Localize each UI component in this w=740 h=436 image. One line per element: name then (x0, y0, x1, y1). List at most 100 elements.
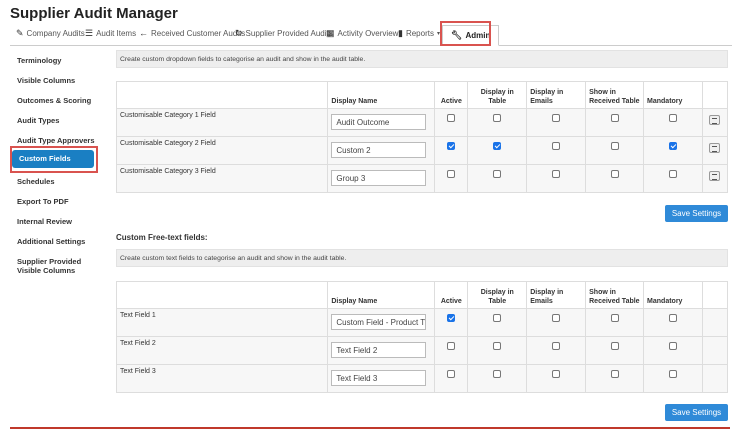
nav-label: Company Audits (26, 29, 85, 38)
active-checkbox[interactable] (447, 142, 456, 150)
mandatory-checkbox[interactable] (669, 114, 677, 122)
sidebar-item-internal-review[interactable]: Internal Review (10, 217, 95, 226)
display-in-emails-checkbox[interactable] (552, 114, 561, 122)
show-in-received-checkbox[interactable] (610, 170, 619, 178)
header-mandatory: Mandatory (643, 81, 703, 109)
dropdown-description: Create custom dropdown fields to categor… (116, 50, 728, 68)
list-options-icon[interactable] (709, 115, 721, 125)
display-in-table-checkbox[interactable] (493, 142, 502, 150)
show-in-received-checkbox[interactable] (610, 314, 619, 322)
display-name-input[interactable]: Text Field 2 (331, 342, 427, 358)
display-in-table-checkbox[interactable] (493, 370, 502, 378)
header-show-in-received-table: Show in Received Table (585, 281, 645, 309)
dropdown-fields-table: Display Name Active Display in Table Dis… (115, 81, 729, 193)
table-row: Text Field 3 Text Field 3 (115, 364, 729, 393)
save-settings-button[interactable]: Save Settings (665, 205, 728, 222)
nav-reports[interactable]: ▮ Reports ▾ (398, 28, 440, 39)
nav-label: Audit Items (96, 29, 137, 38)
sidebar-item-outcomes-scoring[interactable]: Outcomes & Scoring (10, 96, 95, 105)
mandatory-checkbox[interactable] (669, 342, 678, 350)
top-nav: ✎ Company Audits ☰ Audit Items ← Receive… (10, 25, 732, 46)
field-name: Customisable Category 3 Field (115, 164, 329, 193)
nav-supplier-provided-audits[interactable]: ↻ Supplier Provided Audits (235, 28, 333, 39)
page-title: Supplier Audit Manager (10, 5, 178, 22)
table-row: Customisable Category 2 Field Custom 2 (115, 136, 729, 165)
field-name: Text Field 2 (115, 336, 329, 365)
active-checkbox[interactable] (447, 370, 456, 378)
show-in-received-checkbox[interactable] (610, 370, 619, 378)
display-in-table-checkbox[interactable] (493, 342, 502, 350)
save-settings-button[interactable]: Save Settings (665, 404, 728, 421)
nav-label: Reports (405, 29, 434, 38)
active-checkbox[interactable] (447, 314, 456, 322)
header-field (115, 281, 329, 309)
list-options-icon[interactable] (709, 171, 721, 181)
list-options-icon[interactable] (709, 143, 721, 153)
field-name: Customisable Category 2 Field (115, 136, 329, 165)
mandatory-checkbox[interactable] (669, 370, 678, 378)
mandatory-checkbox[interactable] (669, 170, 677, 178)
display-name-input[interactable]: Custom Field - Product Ty (331, 314, 427, 330)
field-name: Text Field 3 (115, 364, 329, 393)
active-checkbox[interactable] (447, 114, 456, 122)
nav-audit-items[interactable]: ☰ Audit Items (85, 28, 136, 39)
header-display-in-table: Display in Table (467, 81, 528, 109)
display-name-input[interactable]: Text Field 3 (331, 370, 427, 386)
header-field (115, 81, 329, 109)
display-in-emails-checkbox[interactable] (552, 370, 561, 378)
freetext-description: Create custom text fields to categorise … (116, 249, 728, 267)
header-actions (701, 281, 729, 309)
display-in-emails-checkbox[interactable] (552, 342, 561, 350)
show-in-received-checkbox[interactable] (610, 342, 619, 350)
list-icon: ☰ (85, 28, 94, 38)
sidebar-item-additional-settings[interactable]: Additional Settings (10, 237, 95, 246)
mandatory-checkbox[interactable] (669, 142, 677, 150)
show-in-received-checkbox[interactable] (610, 114, 619, 122)
table-row: Customisable Category 3 Field Group 3 (115, 164, 729, 193)
display-in-emails-checkbox[interactable] (552, 314, 561, 322)
header-mandatory: Mandatory (643, 281, 703, 309)
arrow-left-icon: ← (139, 28, 148, 38)
display-name-input[interactable]: Custom 2 (331, 142, 427, 158)
show-in-received-checkbox[interactable] (610, 142, 619, 150)
freetext-section-title: Custom Free-text fields: (116, 233, 208, 242)
header-display-name: Display Name (327, 81, 436, 109)
nav-company-audits[interactable]: ✎ Company Audits (16, 28, 85, 39)
sidebar-item-visible-columns[interactable]: Visible Columns (10, 76, 95, 85)
header-active: Active (434, 281, 469, 309)
freetext-fields-table: Display Name Active Display in Table Dis… (115, 281, 729, 393)
custom-fields-highlight-box (10, 146, 98, 173)
display-name-input[interactable]: Group 3 (331, 170, 427, 186)
header-display-in-emails: Display in Emails (526, 281, 587, 309)
sidebar-item-export-to-pdf[interactable]: Export To PDF (10, 197, 95, 206)
sidebar-item-audit-types[interactable]: Audit Types (10, 116, 95, 125)
mandatory-checkbox[interactable] (669, 314, 678, 322)
active-checkbox[interactable] (447, 170, 456, 178)
header-actions (701, 81, 729, 109)
table-row: Customisable Category 1 Field Audit Outc… (115, 108, 729, 137)
display-in-table-checkbox[interactable] (493, 170, 502, 178)
header-display-name: Display Name (327, 281, 436, 309)
display-name-input[interactable]: Audit Outcome (331, 114, 427, 130)
display-in-emails-checkbox[interactable] (552, 142, 561, 150)
header-active: Active (434, 81, 469, 109)
file-icon: ▮ (398, 28, 403, 38)
nav-activity-overview[interactable]: ▦ Activity Overview (326, 28, 398, 39)
table-row: Text Field 1 Custom Field - Product Ty (115, 308, 729, 337)
field-name: Customisable Category 1 Field (115, 108, 329, 137)
sidebar-item-terminology[interactable]: Terminology (10, 56, 95, 65)
display-in-table-checkbox[interactable] (493, 314, 502, 322)
header-display-in-emails: Display in Emails (526, 81, 587, 109)
sidebar-item-schedules[interactable]: Schedules (10, 177, 95, 186)
sidebar-item-supplier-visible-columns[interactable]: Supplier Provided Visible Columns (10, 257, 90, 275)
nav-label: Received Customer Audits (151, 28, 246, 38)
nav-label: Activity Overview (337, 29, 399, 38)
display-in-table-checkbox[interactable] (493, 114, 502, 122)
nav-received-customer-audits[interactable]: ← Received Customer Audits (139, 28, 245, 38)
refresh-icon: ↻ (235, 28, 243, 38)
bottom-divider (10, 427, 730, 429)
active-checkbox[interactable] (447, 342, 456, 350)
display-in-emails-checkbox[interactable] (552, 170, 561, 178)
table-row: Text Field 2 Text Field 2 (115, 336, 729, 365)
sidebar-item-audit-type-approvers[interactable]: Audit Type Approvers (10, 136, 95, 145)
